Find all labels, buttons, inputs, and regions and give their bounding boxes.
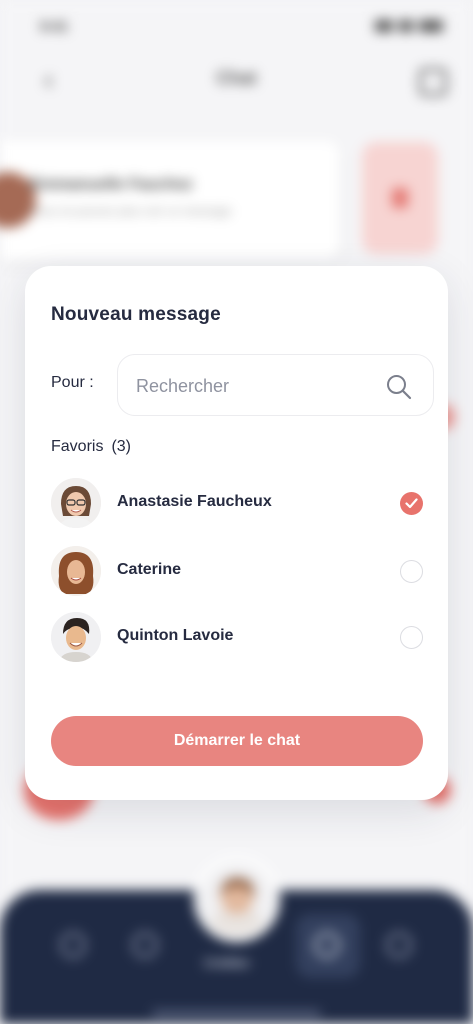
select-radio[interactable]	[400, 626, 423, 649]
wifi-icon	[399, 20, 413, 32]
check-icon	[405, 498, 418, 509]
select-radio-checked[interactable]	[400, 492, 423, 515]
search-icon[interactable]	[132, 932, 158, 958]
contact-name: Anastasie Faucheux	[117, 493, 272, 510]
favorites-label: Favoris	[51, 438, 104, 455]
nav-label: Créditer	[204, 956, 251, 970]
to-label: Pour :	[51, 374, 94, 391]
status-icons	[375, 20, 443, 32]
header-title: Chat	[216, 68, 257, 88]
profile-icon[interactable]	[386, 932, 412, 958]
new-message-modal: Nouveau message Pour : Favoris(3) A	[25, 266, 448, 800]
app-header: ‹ Chat	[0, 60, 473, 100]
status-bar: 9:41	[40, 18, 443, 38]
contact-name: Quinton Lavoie	[117, 627, 234, 644]
battery-icon	[419, 20, 443, 32]
start-chat-button[interactable]: Démarrer le chat	[51, 716, 423, 766]
avatar	[51, 546, 101, 596]
contact-name: Caterine	[117, 561, 182, 578]
search-icon[interactable]	[385, 373, 413, 401]
home-icon[interactable]	[60, 932, 86, 958]
contact-item[interactable]: Quinton Lavoie	[51, 612, 423, 664]
conversation-name: Emmanuelle Fauchez	[30, 176, 193, 193]
signal-icon	[375, 20, 393, 32]
status-time: 9:41	[40, 18, 69, 34]
avatar	[51, 612, 101, 662]
select-radio[interactable]	[400, 560, 423, 583]
compose-icon[interactable]	[419, 68, 447, 96]
conversation-preview: Vous ne pouvez plus voir ce message	[30, 204, 232, 218]
center-avatar[interactable]	[194, 856, 280, 942]
search-box[interactable]	[117, 354, 434, 416]
avatar	[51, 478, 101, 528]
conversation-item[interactable]: Emmanuelle Fauchez Vous ne pouvez plus v…	[0, 140, 340, 260]
modal-title: Nouveau message	[51, 304, 221, 325]
favorites-header: Favoris (3)	[51, 438, 131, 456]
nav-item-chat[interactable]	[296, 914, 360, 978]
contact-item[interactable]: Caterine	[51, 546, 423, 598]
favorites-count: (3)	[111, 438, 132, 455]
contact-item[interactable]: Anastasie Faucheux	[51, 478, 423, 530]
chat-icon	[314, 932, 340, 958]
delete-button[interactable]	[362, 142, 438, 254]
home-indicator	[152, 1011, 321, 1016]
search-input[interactable]	[136, 373, 376, 399]
